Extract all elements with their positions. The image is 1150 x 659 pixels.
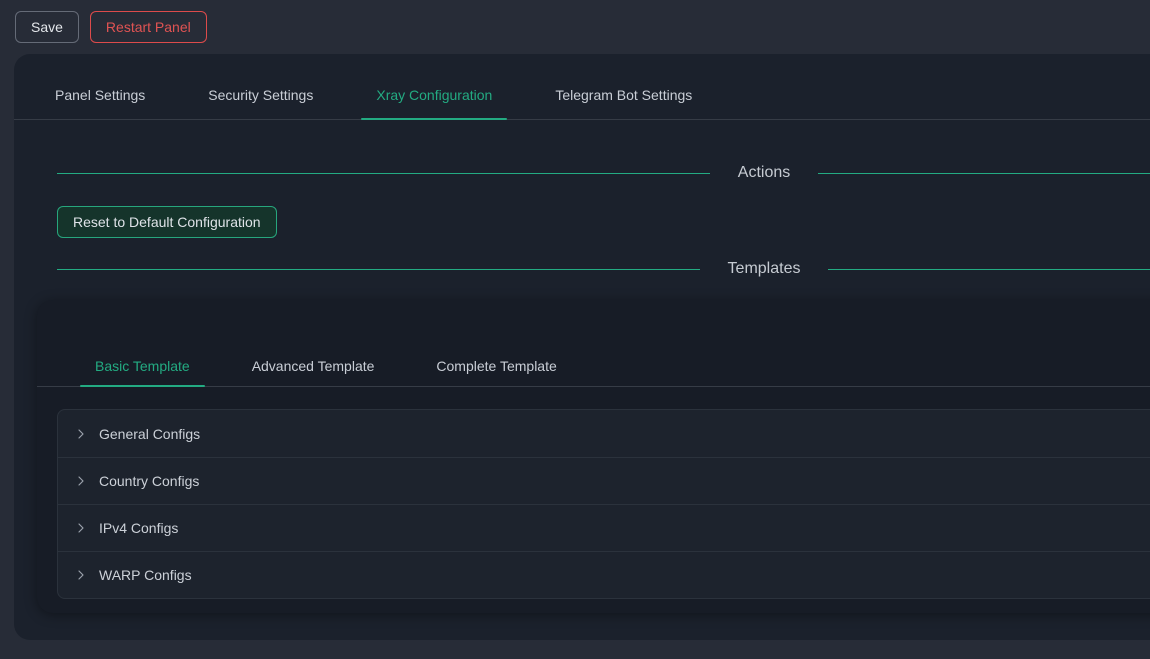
collapse-general-configs[interactable]: General Configs: [58, 410, 1150, 457]
tab-complete-template[interactable]: Complete Template: [421, 356, 571, 386]
reset-to-default-configuration-button[interactable]: Reset to Default Configuration: [57, 206, 277, 238]
actions-row: Reset to Default Configuration: [57, 206, 1150, 238]
chevron-right-icon: [75, 475, 87, 487]
chevron-right-icon: [75, 522, 87, 534]
collapse-ipv4-configs[interactable]: IPv4 Configs: [58, 504, 1150, 551]
collapse-country-configs[interactable]: Country Configs: [58, 457, 1150, 504]
tab-security-settings[interactable]: Security Settings: [193, 84, 328, 119]
restart-panel-button[interactable]: Restart Panel: [90, 11, 207, 43]
divider-line: [57, 173, 710, 174]
collapse-item-label: WARP Configs: [99, 567, 192, 583]
tab-advanced-template[interactable]: Advanced Template: [237, 356, 390, 386]
tab-panel-settings[interactable]: Panel Settings: [40, 84, 160, 119]
templates-divider: Templates: [57, 259, 1150, 279]
top-action-bar: Save Restart Panel: [0, 0, 1150, 54]
actions-divider: Actions: [57, 163, 1150, 183]
chevron-right-icon: [75, 569, 87, 581]
templates-divider-label: Templates: [728, 259, 801, 279]
settings-tab-bar: Panel Settings Security Settings Xray Co…: [14, 54, 1150, 120]
collapse-item-label: IPv4 Configs: [99, 520, 178, 536]
actions-divider-label: Actions: [738, 163, 790, 183]
settings-card: Panel Settings Security Settings Xray Co…: [14, 54, 1150, 640]
tab-basic-template[interactable]: Basic Template: [80, 356, 205, 386]
tab-xray-configuration[interactable]: Xray Configuration: [361, 84, 507, 119]
tab-telegram-bot-settings[interactable]: Telegram Bot Settings: [540, 84, 707, 119]
collapse-item-label: General Configs: [99, 426, 200, 442]
template-tab-bar: Basic Template Advanced Template Complet…: [37, 300, 1150, 387]
save-button[interactable]: Save: [15, 11, 79, 43]
template-card: Basic Template Advanced Template Complet…: [37, 300, 1150, 613]
collapse-warp-configs[interactable]: WARP Configs: [58, 551, 1150, 598]
config-collapse-list: General Configs Country Configs IPv4 Con…: [57, 409, 1150, 599]
chevron-right-icon: [75, 428, 87, 440]
collapse-item-label: Country Configs: [99, 473, 199, 489]
divider-line: [818, 173, 1150, 174]
divider-line: [57, 269, 700, 270]
divider-line: [828, 269, 1150, 270]
